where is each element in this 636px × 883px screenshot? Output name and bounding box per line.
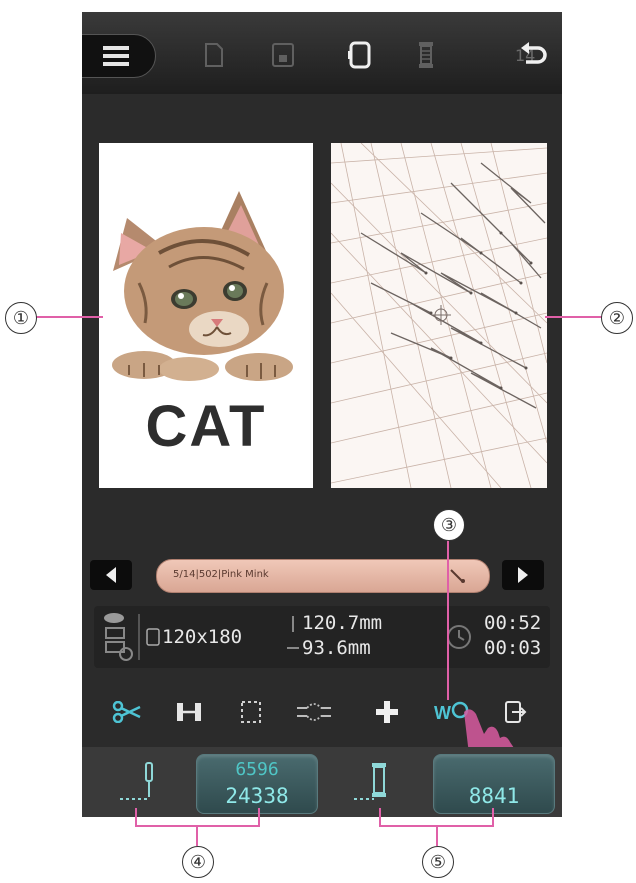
callout-1: ①	[5, 302, 37, 334]
design-info-row: 120x180 120.7mm 93.6mm 00:52 00:03	[94, 606, 550, 668]
frame-icon	[177, 703, 201, 721]
move-icon	[376, 701, 398, 723]
time-total: 00:52	[484, 612, 542, 634]
save-button[interactable]	[268, 38, 298, 72]
design-preview[interactable]: CAT	[99, 143, 313, 488]
time-remaining: 00:03	[484, 637, 542, 659]
svg-text:W: W	[434, 703, 451, 723]
design-text: CAT	[145, 394, 267, 459]
design-width: 120.7mm	[302, 612, 383, 634]
save-icon	[272, 43, 294, 67]
counter-bar: 6596 24338 8841	[82, 747, 562, 817]
menu-button[interactable]	[82, 34, 156, 78]
stitch-total: 24338	[225, 784, 289, 808]
callout-5: ⑤	[422, 846, 454, 878]
stitch-pattern-image	[331, 143, 547, 488]
hoop-icon	[348, 41, 371, 69]
triangle-left-icon	[106, 567, 116, 583]
callout-3: ③	[433, 509, 465, 541]
hoop-size-icon	[146, 628, 160, 646]
needle-stitch-icon	[120, 762, 153, 800]
jump-icon	[297, 703, 331, 721]
trace-button[interactable]	[234, 696, 268, 728]
clock-icon	[447, 625, 471, 649]
previous-color-button[interactable]	[90, 560, 132, 590]
thread-color-bar[interactable]: 5/14|502|Pink Mink	[156, 559, 490, 593]
spool-counter-icon	[354, 763, 386, 800]
thread-nav-row: 5/14|502|Pink Mink	[82, 557, 562, 593]
hoop-button[interactable]	[345, 38, 375, 72]
thread-color-label: 5/14|502|Pink Mink	[173, 569, 269, 580]
undo-icon	[521, 42, 547, 64]
thread-cut-button[interactable]	[110, 696, 144, 728]
dimensions-icon	[287, 616, 299, 649]
thread-spool-button[interactable]	[415, 38, 437, 72]
stitch-counter[interactable]: 6596 24338	[196, 754, 318, 814]
divider	[138, 614, 140, 660]
needle-icon	[450, 569, 465, 583]
thread-stack-icon	[104, 613, 133, 661]
cat-embroidery-image	[112, 191, 293, 381]
color-counter[interactable]: 8841	[433, 754, 555, 814]
next-color-button[interactable]	[502, 560, 544, 590]
design-height: 93.6mm	[302, 637, 371, 659]
stitch-current: 6596	[235, 759, 279, 780]
hoop-size-value: 120x180	[162, 626, 243, 648]
color-total: 8841	[468, 784, 520, 808]
jump-button[interactable]	[294, 696, 334, 728]
callout-4: ④	[182, 846, 214, 878]
device-screen: 14 CAT 5/14|502|Pink Mink 120x180 120.7m…	[82, 12, 562, 817]
new-file-icon	[205, 43, 223, 67]
move-button[interactable]	[370, 696, 404, 728]
frame-button[interactable]	[172, 696, 206, 728]
scissors-icon	[112, 701, 141, 723]
undo-button[interactable]	[516, 38, 550, 72]
top-toolbar: 14	[82, 12, 562, 94]
thread-spool-icon	[419, 42, 433, 68]
hamburger-icon	[103, 46, 129, 66]
callout-2: ②	[601, 302, 633, 334]
trace-icon	[241, 701, 261, 723]
stitch-preview[interactable]	[331, 143, 547, 488]
triangle-right-icon	[518, 567, 528, 583]
new-file-button[interactable]	[200, 38, 228, 72]
